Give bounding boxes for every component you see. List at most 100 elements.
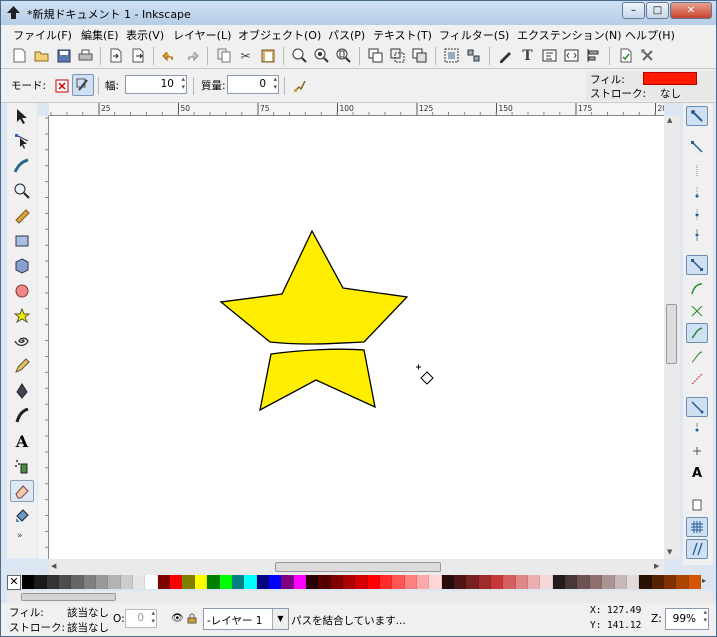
palette-swatch[interactable] [404, 575, 417, 589]
eraser-tool-icon[interactable] [10, 480, 34, 502]
palette-swatch[interactable] [663, 575, 677, 589]
zoom-selection-icon[interactable] [291, 47, 308, 64]
palette-swatch[interactable] [71, 575, 84, 589]
snap-center-object-icon[interactable] [686, 419, 708, 439]
snap-text-baseline-icon[interactable]: A [686, 463, 708, 483]
palette-swatch[interactable] [194, 575, 208, 589]
palette-swatch[interactable] [342, 575, 356, 589]
drawing-canvas[interactable] [49, 116, 664, 559]
document-properties-icon[interactable] [617, 47, 634, 64]
snap-others-icon[interactable] [686, 397, 708, 417]
snap-cusp-nodes-icon[interactable] [686, 323, 708, 343]
star-bottom-fragment[interactable] [259, 348, 376, 412]
mass-spinbox[interactable]: 0 [227, 75, 279, 94]
palette-swatch[interactable] [318, 575, 331, 589]
snap-guides-icon[interactable] [686, 539, 708, 559]
scroll-up-icon[interactable]: ▲ [667, 116, 672, 124]
vertical-scrollbar[interactable]: ▲ ▼ [664, 116, 680, 559]
palette-swatch[interactable] [577, 575, 590, 589]
layer-visibility-icon[interactable]: 👁 [171, 613, 184, 624]
palette-swatch[interactable] [441, 575, 455, 589]
calligraphy-tool-icon[interactable] [10, 405, 34, 427]
palette-swatch[interactable] [589, 575, 603, 589]
duplicate-icon[interactable] [367, 47, 384, 64]
palette-swatch[interactable] [231, 575, 245, 589]
palette-swatch[interactable] [219, 575, 232, 589]
tweak-tool-icon[interactable] [10, 155, 34, 177]
menu-filter[interactable]: フィルター(S) [439, 27, 509, 43]
palette-swatch[interactable] [182, 575, 195, 589]
palette-swatch[interactable] [120, 575, 134, 589]
palette-swatch[interactable] [491, 575, 504, 589]
palette-swatch[interactable] [268, 575, 282, 589]
width-spinbox[interactable]: 10 [125, 75, 187, 94]
palette-swatch[interactable] [145, 575, 158, 589]
palette-swatch[interactable] [59, 575, 72, 589]
palette-swatch[interactable] [170, 575, 183, 589]
star-top-fragment[interactable] [219, 229, 409, 345]
snap-intersection-icon[interactable] [686, 301, 708, 321]
palette-menu-icon[interactable]: ▸ [702, 576, 706, 585]
scroll-right-icon[interactable]: ▶ [654, 562, 659, 570]
snap-enable-icon[interactable] [686, 106, 708, 126]
menu-layer[interactable]: レイヤー(L) [173, 27, 231, 43]
menu-object[interactable]: オブジェクト(O) [238, 27, 321, 43]
node-tool-icon[interactable] [10, 130, 34, 152]
text-tool-icon[interactable]: A [10, 430, 34, 452]
palette-swatch[interactable] [626, 575, 640, 589]
menu-extensions[interactable]: エクステンション(N) [517, 27, 621, 43]
minimize-button[interactable]: – [622, 2, 645, 19]
zoom-spinbox[interactable]: 99% [665, 608, 709, 630]
menu-path[interactable]: パス(P) [328, 27, 365, 43]
export-icon[interactable] [129, 47, 146, 64]
ungroup-icon[interactable] [465, 47, 482, 64]
zoom-drawing-icon[interactable] [313, 47, 330, 64]
close-button[interactable]: ✕ [670, 2, 712, 19]
palette-swatch[interactable] [83, 575, 97, 589]
palette-swatch[interactable] [34, 575, 47, 589]
palette-swatch[interactable] [417, 575, 430, 589]
palette-swatch[interactable] [639, 575, 652, 589]
snap-bbox-edge-icon[interactable] [686, 161, 708, 181]
palette-swatch[interactable] [429, 575, 442, 589]
save-icon[interactable] [55, 47, 72, 64]
unlink-clone-icon[interactable] [411, 47, 428, 64]
palette-swatch[interactable] [614, 575, 627, 589]
palette-swatch[interactable] [540, 575, 553, 589]
undo-icon[interactable] [161, 47, 178, 64]
preferences-icon[interactable] [639, 47, 656, 64]
palette-swatch[interactable] [305, 575, 319, 589]
rectangle-tool-icon[interactable] [10, 230, 34, 252]
open-icon[interactable] [33, 47, 50, 64]
copy-icon[interactable] [215, 47, 232, 64]
fill-stroke-icon[interactable] [497, 47, 514, 64]
palette-swatch[interactable] [108, 575, 121, 589]
palette-swatch[interactable] [503, 575, 516, 589]
palette-swatch[interactable] [46, 575, 60, 589]
paint-bucket-tool-icon[interactable] [10, 505, 34, 527]
eraser-delete-mode-icon[interactable] [53, 77, 70, 94]
xml-editor-icon[interactable] [541, 47, 558, 64]
palette-swatch[interactable] [244, 575, 257, 589]
palette-swatch[interactable] [22, 575, 35, 589]
no-paint-swatch-icon[interactable]: ✕ [7, 575, 21, 590]
3d-box-tool-icon[interactable] [10, 255, 34, 277]
snap-bbox-icon[interactable] [686, 137, 708, 157]
palette-swatch[interactable] [355, 575, 368, 589]
pencil-tool-icon[interactable] [10, 355, 34, 377]
palette-swatch[interactable] [688, 575, 701, 589]
palette-swatch[interactable] [256, 575, 269, 589]
vertical-scroll-thumb[interactable] [666, 304, 677, 364]
layer-lock-icon[interactable] [187, 613, 197, 627]
pen-tool-icon[interactable] [10, 380, 34, 402]
xml-icon[interactable] [563, 47, 580, 64]
palette-scroll-thumb[interactable] [21, 593, 116, 601]
layer-dropdown[interactable]: -レイヤー 1 ▼ [203, 608, 289, 630]
palette-swatch[interactable] [367, 575, 380, 589]
menu-help[interactable]: ヘルプ(H) [625, 27, 675, 43]
star-tool-icon[interactable] [10, 305, 34, 327]
snap-nodes-icon[interactable] [686, 255, 708, 275]
style-indicator[interactable]: フィル: ストローク: なし [586, 71, 716, 101]
snap-bbox-center-icon[interactable] [686, 225, 708, 245]
scroll-left-icon[interactable]: ◀ [51, 562, 56, 570]
